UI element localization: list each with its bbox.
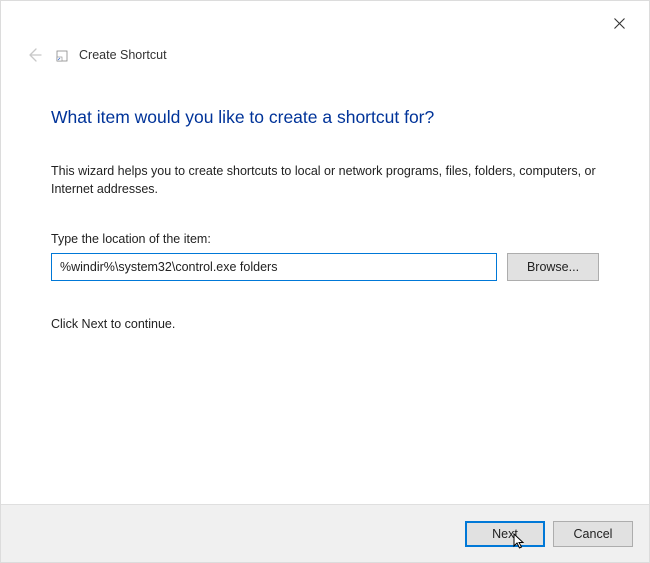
wizard-window: Create Shortcut What item would you like… [0, 0, 650, 563]
back-arrow-icon [26, 47, 42, 63]
location-input[interactable] [51, 253, 497, 281]
content-area: What item would you like to create a sho… [1, 69, 649, 331]
back-button [23, 47, 45, 63]
titlebar [1, 1, 649, 41]
close-button[interactable] [603, 9, 635, 37]
close-icon [614, 18, 625, 29]
input-row: Browse... [51, 253, 599, 281]
header-row: Create Shortcut [1, 41, 649, 69]
page-heading: What item would you like to create a sho… [51, 107, 599, 128]
location-input-label: Type the location of the item: [51, 232, 599, 246]
description-text: This wizard helps you to create shortcut… [51, 162, 599, 198]
next-button[interactable]: Next [465, 521, 545, 547]
cancel-button[interactable]: Cancel [553, 521, 633, 547]
browse-button[interactable]: Browse... [507, 253, 599, 281]
header-title: Create Shortcut [79, 48, 167, 62]
continue-text: Click Next to continue. [51, 317, 599, 331]
footer: Next Cancel [1, 504, 649, 562]
shortcut-wizard-icon [55, 49, 69, 63]
